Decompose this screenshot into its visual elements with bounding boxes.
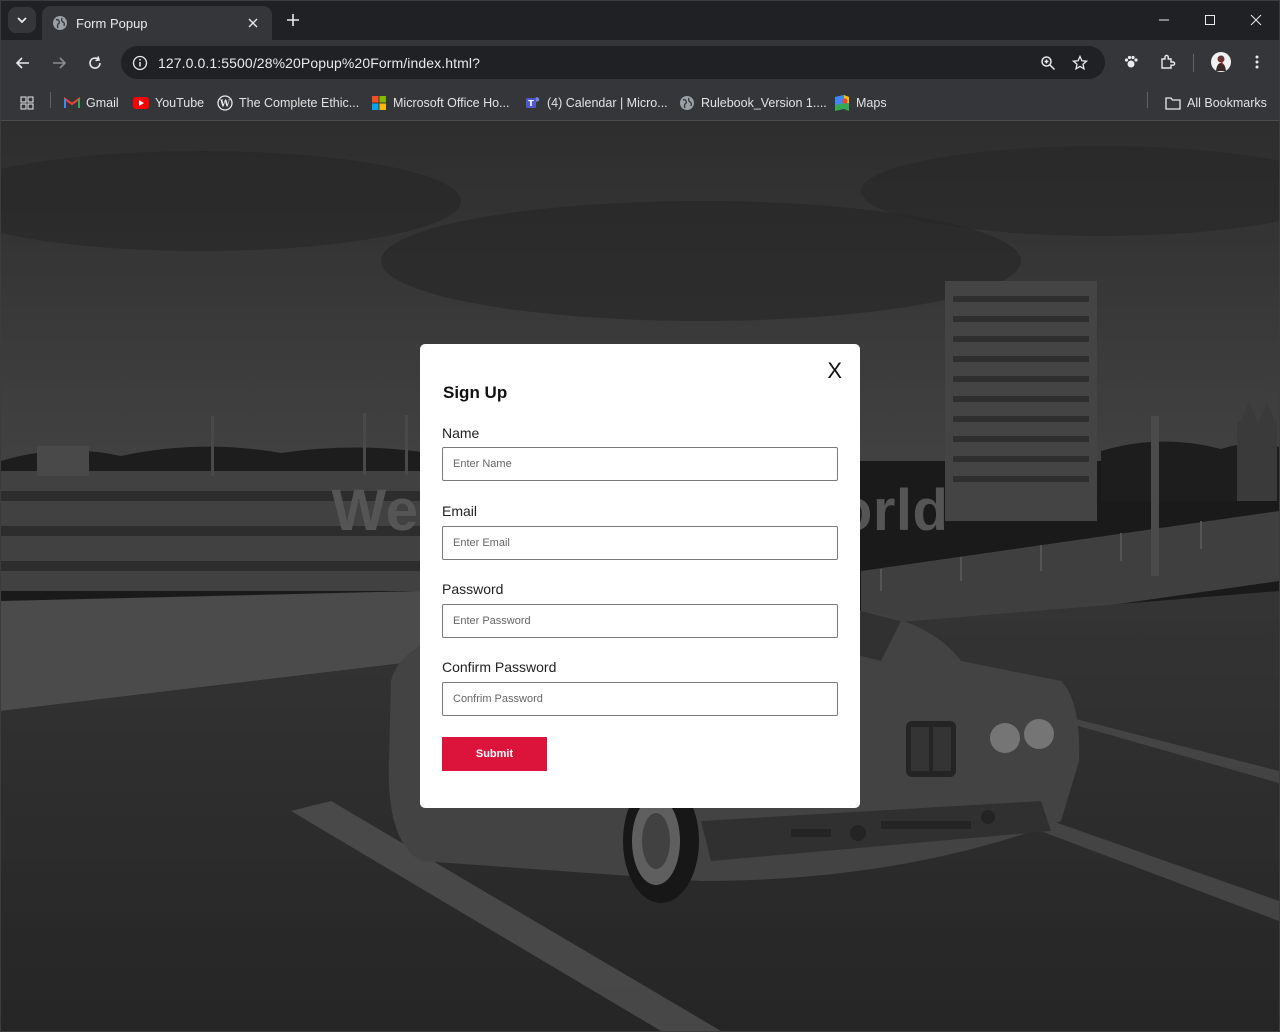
all-bookmarks-label: All Bookmarks [1187,96,1267,110]
microsoft-icon [371,95,387,111]
bookmark-calendar[interactable]: T (4) Calendar | Micro... [525,92,668,114]
bookmark-label: The Complete Ethic... [239,96,360,110]
bookmark-youtube[interactable]: YouTube [133,92,204,114]
profile-avatar[interactable] [1208,49,1234,75]
name-input[interactable] [442,447,838,481]
toolbar-divider [1193,54,1194,72]
email-input[interactable] [442,526,838,560]
email-label: Email [442,503,478,519]
globe-icon [53,16,67,30]
extensions-puzzle-icon[interactable] [1155,49,1181,75]
reload-button[interactable] [81,49,109,77]
bookmark-label: Gmail [86,96,119,110]
minimize-button[interactable] [1141,0,1187,40]
reload-icon [89,56,101,69]
browser-toolbar: 127.0.0.1:5500/28%20Popup%20Form/index.h… [0,40,1280,85]
chevron-down-icon [17,17,27,24]
maximize-button[interactable] [1187,0,1233,40]
tab-title: Form Popup [76,15,148,31]
page-viewport: Welcome to the World X Sign Up Name Emai… [1,121,1279,1031]
name-label: Name [442,425,480,441]
minimize-icon [1159,19,1169,21]
bookmark-star-icon[interactable] [1069,52,1091,74]
globe-icon [679,95,695,111]
wordpress-icon: W [217,95,233,111]
password-label: Password [442,581,504,597]
password-input[interactable] [442,604,838,638]
apps-grid-icon [19,95,35,111]
maps-icon [834,95,850,111]
svg-text:T: T [528,99,534,108]
bookmarks-separator [50,92,51,108]
plus-icon [287,14,299,26]
confirm-password-input[interactable] [442,682,838,716]
modal-title: Sign Up [443,383,508,402]
gmail-icon [64,95,80,111]
close-icon [1250,14,1262,26]
tab-search-button[interactable] [8,7,36,33]
forward-button[interactable] [45,49,73,77]
more-menu-icon[interactable] [1244,49,1270,75]
arrow-left-icon [15,57,29,69]
close-window-button[interactable] [1233,0,1279,40]
folder-icon [1165,95,1181,111]
maximize-icon [1205,15,1215,25]
modal-close-button[interactable]: X [827,358,842,384]
tab-close-button[interactable] [244,14,262,32]
bookmark-label: Maps [856,96,887,110]
url-text[interactable]: 127.0.0.1:5500/28%20Popup%20Form/index.h… [158,55,480,71]
svg-text:W: W [219,100,231,110]
submit-button[interactable]: Submit [442,737,547,771]
all-bookmarks-button[interactable]: All Bookmarks [1165,92,1267,114]
browser-tab[interactable]: Form Popup [42,6,272,40]
signup-modal: X Sign Up Name Email Password Confirm Pa… [420,344,860,808]
close-icon [248,18,258,28]
zoom-icon[interactable] [1037,52,1059,74]
bookmark-gmail[interactable]: Gmail [64,92,119,114]
bookmark-rulebook[interactable]: Rulebook_Version 1.... [679,92,827,114]
back-button[interactable] [9,49,37,77]
bookmark-ethics[interactable]: W The Complete Ethic... [217,92,359,114]
tab-strip: Form Popup [0,0,1280,40]
apps-grid-button[interactable] [19,92,41,114]
bookmark-label: Microsoft Office Ho... [393,96,510,110]
teams-icon: T [525,95,541,111]
site-info-icon[interactable] [129,52,151,74]
bookmark-label: YouTube [155,96,205,110]
bookmark-microsoft-office[interactable]: Microsoft Office Ho... [371,92,509,114]
confirm-password-label: Confirm Password [442,659,557,675]
extension-paw-icon[interactable] [1118,49,1144,75]
arrow-right-icon [53,57,67,69]
new-tab-button[interactable] [282,9,304,31]
bookmark-label: (4) Calendar | Micro... [547,96,668,110]
bookmark-label: Rulebook_Version 1.... [701,96,827,110]
bookmark-maps[interactable]: Maps [834,92,887,114]
bookmarks-separator [1147,92,1148,108]
bookmarks-bar: Gmail YouTube W The Complete Ethic... Mi… [0,85,1280,121]
address-bar[interactable]: 127.0.0.1:5500/28%20Popup%20Form/index.h… [121,46,1105,79]
youtube-icon [133,95,149,111]
